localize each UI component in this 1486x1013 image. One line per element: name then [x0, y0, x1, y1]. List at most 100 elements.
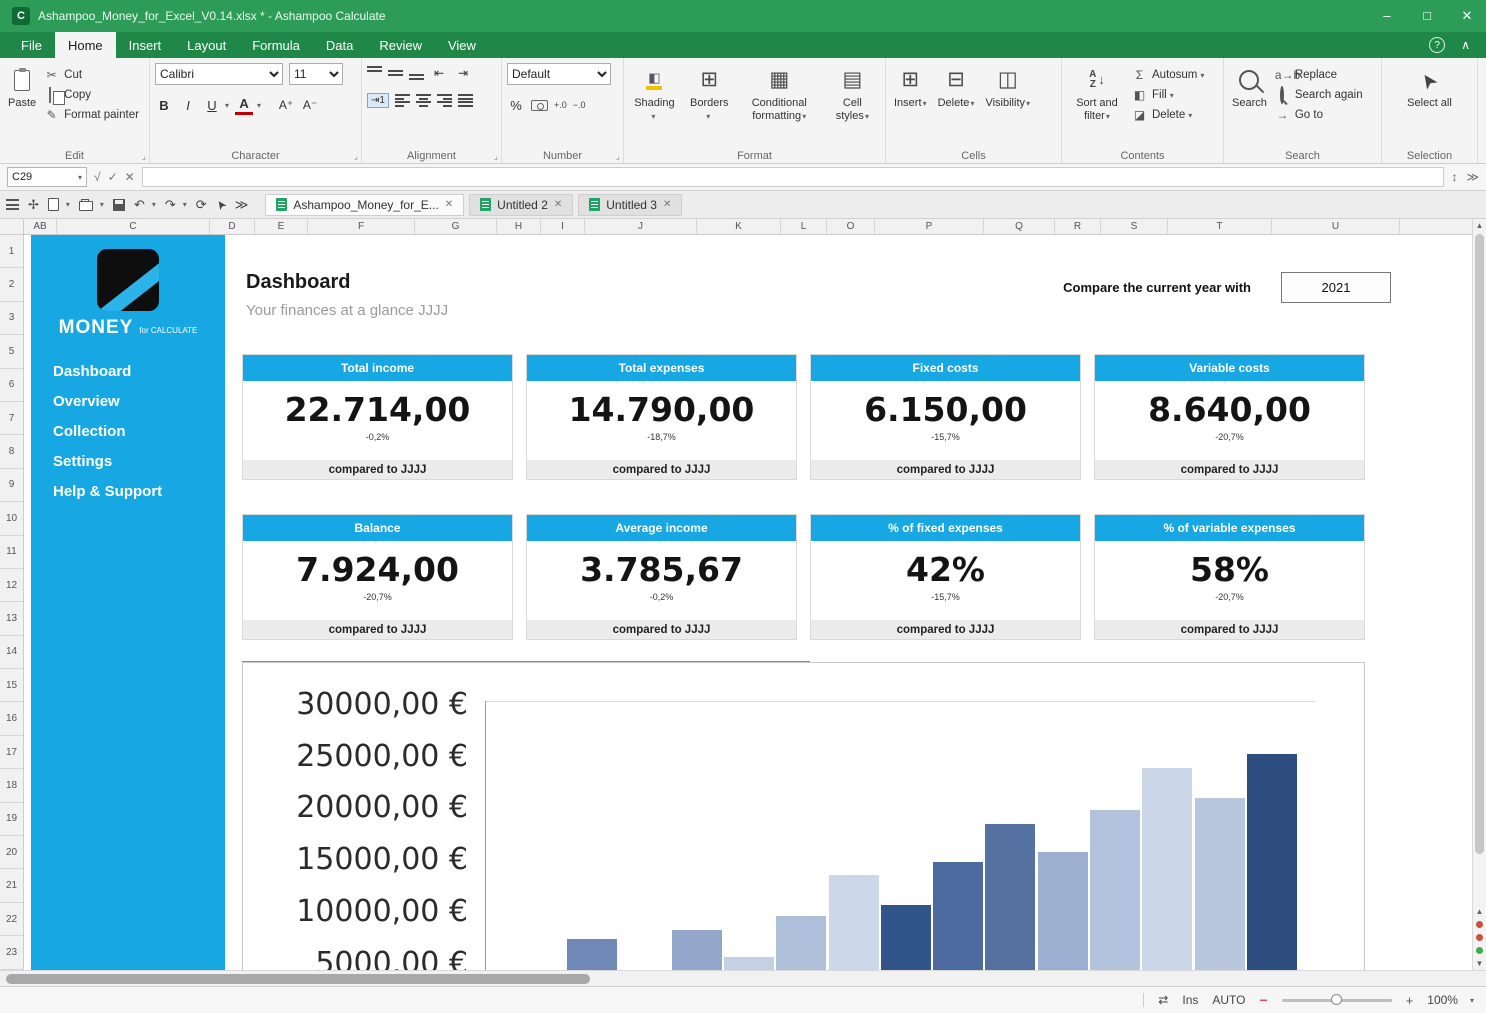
add-decimal-button[interactable]: +.0 — [554, 100, 567, 110]
column-header-S[interactable]: S — [1101, 219, 1168, 234]
zoom-slider[interactable] — [1282, 999, 1392, 1002]
sidebar-item-overview[interactable]: Overview — [53, 393, 225, 410]
align-center-icon[interactable] — [416, 94, 431, 107]
delete-cells-dropdown[interactable]: ▾ — [970, 99, 974, 108]
number-dialog-launcher[interactable]: ⌟ — [616, 151, 620, 162]
row-header-11[interactable]: 11 — [0, 536, 23, 569]
column-header-D[interactable]: D — [210, 219, 255, 234]
sheet-tab-untitled-3[interactable]: Untitled 3 ✕ — [578, 194, 682, 216]
row-header-20[interactable]: 20 — [0, 836, 23, 869]
font-family-select[interactable]: Calibri — [155, 63, 283, 85]
row-header-23[interactable]: 23 — [0, 936, 23, 969]
align-left-icon[interactable] — [395, 94, 410, 107]
accept-icon[interactable]: ✓ — [108, 170, 118, 184]
undo-dropdown[interactable]: ▾ — [152, 200, 156, 209]
zoom-dropdown[interactable]: ▾ — [1470, 996, 1474, 1005]
delete-contents-button[interactable]: ◪Delete▾ — [1132, 108, 1204, 122]
autosum-button[interactable]: ΣAutosum▾ — [1132, 68, 1204, 82]
menu-home[interactable]: Home — [55, 32, 116, 58]
auto-mode-indicator[interactable]: AUTO — [1212, 993, 1245, 1007]
borders-dropdown[interactable]: ▾ — [706, 112, 710, 121]
undo-icon[interactable]: ↶ — [134, 197, 145, 213]
scroll-down-icon[interactable]: ▼ — [1476, 957, 1484, 970]
pan-icon[interactable]: ✢ — [28, 197, 39, 213]
menu-data[interactable]: Data — [313, 32, 366, 58]
shading-dropdown[interactable]: ▾ — [651, 112, 655, 121]
row-header-22[interactable]: 22 — [0, 903, 23, 936]
compare-year-input[interactable]: 2021 — [1281, 272, 1391, 303]
insert-cells-button[interactable]: ⊞ Insert ▾ — [891, 63, 930, 112]
column-header-O[interactable]: O — [827, 219, 875, 234]
autosum-dropdown[interactable]: ▾ — [1200, 71, 1204, 80]
column-header-AB[interactable]: AB — [24, 219, 57, 234]
new-document-dropdown[interactable]: ▾ — [66, 200, 70, 209]
justify-icon[interactable] — [458, 94, 473, 107]
column-header-G[interactable]: G — [415, 219, 497, 234]
menu-file[interactable]: File — [8, 32, 55, 58]
vertical-scrollbar-thumb[interactable] — [1475, 234, 1484, 854]
delete-contents-dropdown[interactable]: ▾ — [1188, 111, 1192, 120]
menu-insert[interactable]: Insert — [116, 32, 175, 58]
edit-dialog-launcher[interactable]: ⌟ — [142, 151, 146, 162]
delete-cells-button[interactable]: ⊟ Delete ▾ — [935, 63, 978, 112]
expand-formula-bar-icon[interactable]: ↕ — [1451, 170, 1457, 184]
row-header-8[interactable]: 8 — [0, 435, 23, 468]
number-format-select[interactable]: Default — [507, 63, 611, 85]
formula-input[interactable] — [142, 167, 1445, 187]
scroll-marker-up-icon[interactable]: ▲ — [1476, 905, 1484, 918]
row-header-2[interactable]: 2 — [0, 268, 23, 301]
font-size-select[interactable]: 11 — [289, 63, 343, 85]
horizontal-scrollbar[interactable] — [0, 970, 1486, 986]
row-header-3[interactable]: 3 — [0, 302, 23, 335]
visibility-button[interactable]: ◫ Visibility ▾ — [982, 63, 1033, 112]
row-header-15[interactable]: 15 — [0, 669, 23, 702]
shading-button[interactable]: ◧ Shading ▾ — [629, 63, 680, 124]
row-header-9[interactable]: 9 — [0, 469, 23, 502]
redo-dropdown[interactable]: ▾ — [183, 200, 187, 209]
zoom-slider-thumb[interactable] — [1331, 994, 1342, 1005]
tab-close-icon[interactable]: ✕ — [663, 199, 671, 210]
cell-name-box[interactable]: C29 ▾ — [7, 167, 87, 187]
menu-review[interactable]: Review — [366, 32, 435, 58]
borders-button[interactable]: ⊞ Borders ▾ — [685, 63, 734, 124]
open-dropdown[interactable]: ▾ — [100, 200, 104, 209]
cut-button[interactable]: ✂Cut — [44, 68, 139, 82]
format-painter-button[interactable]: ✎Format painter — [44, 108, 139, 122]
currency-format-icon[interactable] — [531, 100, 548, 111]
alignment-dialog-launcher[interactable]: ⌟ — [494, 151, 498, 162]
vertical-scrollbar[interactable]: ▲ ▲ ▼ — [1472, 219, 1486, 970]
help-icon[interactable]: ? — [1429, 37, 1445, 53]
grow-font-button[interactable]: A⁺ — [277, 95, 295, 115]
fill-button[interactable]: ◧Fill▾ — [1132, 88, 1204, 102]
menu-layout[interactable]: Layout — [174, 32, 239, 58]
column-header-P[interactable]: P — [875, 219, 984, 234]
tabbar-more-icon[interactable]: ≫ — [235, 197, 249, 213]
row-header-16[interactable]: 16 — [0, 702, 23, 735]
column-header-J[interactable]: J — [585, 219, 697, 234]
shrink-font-button[interactable]: A⁻ — [301, 95, 319, 115]
italic-button[interactable]: I — [179, 95, 197, 115]
row-header-19[interactable]: 19 — [0, 803, 23, 836]
column-header-Q[interactable]: Q — [984, 219, 1055, 234]
row-header-18[interactable]: 18 — [0, 769, 23, 802]
column-header-H[interactable]: H — [497, 219, 541, 234]
name-box-dropdown[interactable]: ▾ — [78, 173, 82, 182]
open-folder-icon[interactable] — [79, 201, 93, 211]
row-header-12[interactable]: 12 — [0, 569, 23, 602]
function-wizard-icon[interactable]: √ — [94, 170, 101, 184]
select-all-button[interactable]: ➤ Select all — [1387, 63, 1472, 112]
sync-icon[interactable]: ⇄ — [1158, 993, 1168, 1007]
replace-button[interactable]: a→bReplace — [1275, 68, 1363, 82]
collapse-ribbon-icon[interactable]: ∧ — [1461, 38, 1470, 52]
sort-filter-button[interactable]: AZ↓ Sort and filter ▾ — [1067, 63, 1127, 124]
zoom-in-button[interactable]: + — [1406, 993, 1414, 1008]
maximize-button[interactable]: □ — [1420, 8, 1434, 24]
zoom-level[interactable]: 100% — [1427, 993, 1458, 1007]
cell-styles-dropdown[interactable]: ▾ — [865, 112, 869, 121]
sheet-tab-workbook[interactable]: Ashampoo_Money_for_E... ✕ — [265, 194, 464, 216]
font-color-button[interactable]: A — [235, 95, 253, 115]
fill-dropdown[interactable]: ▾ — [1170, 91, 1174, 100]
column-header-I[interactable]: I — [541, 219, 585, 234]
menu-view[interactable]: View — [435, 32, 489, 58]
refresh-icon[interactable]: ⟳ — [196, 197, 207, 213]
